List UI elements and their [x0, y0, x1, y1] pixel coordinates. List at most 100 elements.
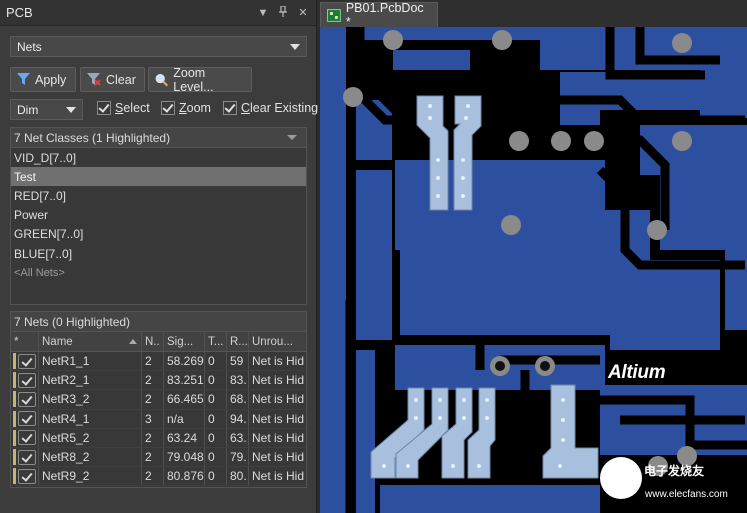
net-total-cell: 0 — [205, 447, 227, 467]
visibility-cell[interactable] — [11, 409, 39, 428]
table-row[interactable]: NetR5_2 2 63.24 0 63. Net is Hid — [11, 428, 306, 448]
clear-button-label: Clear — [106, 72, 136, 87]
net-unrouted-cell: Net is Hid — [252, 411, 305, 426]
chevron-down-icon — [66, 106, 76, 113]
net-routed-cell: 83. — [227, 371, 249, 390]
watermark-badge-icon — [600, 457, 642, 499]
net-class-item[interactable]: GREEN[7..0] — [11, 225, 306, 244]
net-name-cell: NetR3_2 — [39, 390, 142, 409]
zoom-level-button[interactable]: Zoom Level... — [148, 65, 252, 94]
dropdown-icon[interactable]: ▼ — [256, 7, 270, 19]
net-unrouted-cell: Net is Hid — [252, 469, 305, 484]
net-signal-cell: 66.465 — [164, 390, 205, 409]
dim-select[interactable]: Dim — [10, 99, 83, 120]
column-header-star[interactable]: * — [11, 332, 39, 351]
net-classes-header[interactable]: 7 Net Classes (1 Highlighted) — [11, 128, 306, 148]
net-color-swatch — [13, 449, 16, 466]
net-class-item-selected[interactable]: Test — [11, 167, 306, 187]
net-name-cell: NetR9_2 — [39, 467, 142, 486]
table-row[interactable]: NetR1_1 2 58.269 0 59 Net is Hid — [11, 352, 306, 372]
apply-button[interactable]: Apply — [10, 67, 76, 92]
select-checkbox[interactable]: Select — [97, 101, 150, 115]
zoom-checkbox-label: Zoom — [179, 101, 211, 115]
table-row[interactable]: NetR3_2 2 66.465 0 68. Net is Hid — [11, 390, 306, 410]
column-header-routed[interactable]: R... — [227, 332, 249, 351]
close-icon[interactable]: ✕ — [296, 6, 310, 19]
net-nodes-cell: 2 — [142, 371, 164, 390]
net-color-swatch — [13, 353, 16, 370]
net-color-swatch — [13, 391, 16, 408]
net-signal-cell: 83.251 — [164, 371, 205, 390]
net-color-swatch — [13, 468, 16, 485]
net-class-label: GREEN[7..0] — [14, 227, 84, 242]
net-nodes-cell: 2 — [142, 447, 164, 467]
pcb-board-drawing — [320, 27, 747, 513]
visibility-check-icon[interactable] — [18, 411, 36, 427]
net-class-item[interactable]: BLUE[7..0] — [11, 244, 306, 263]
table-row[interactable]: NetR8_2 2 79.048 0 79. Net is Hid — [11, 447, 306, 468]
visibility-cell[interactable] — [11, 352, 39, 371]
nets-header-label: 7 Nets (0 Highlighted) — [14, 314, 131, 329]
net-class-item[interactable]: RED[7..0] — [11, 186, 306, 205]
zoom-level-button-label: Zoom Level... — [173, 65, 214, 94]
clear-existing-checkbox[interactable]: Clear Existing — [223, 101, 318, 115]
net-unrouted-cell: Net is Hid — [252, 450, 305, 465]
clear-button[interactable]: Clear — [80, 67, 145, 92]
checkbox-checked-icon — [161, 101, 175, 115]
visibility-check-icon[interactable] — [18, 430, 36, 446]
document-tab-label: PB01.PcbDoc * — [345, 1, 424, 29]
sort-icon — [287, 135, 297, 140]
net-class-label: <All Nets> — [14, 266, 65, 279]
panel-mode-select[interactable]: Nets — [10, 36, 307, 57]
net-signal-cell: 58.269 — [164, 352, 205, 371]
net-unrouted-cell: Net is Hid — [252, 430, 305, 445]
visibility-cell[interactable] — [11, 371, 39, 390]
nets-header: 7 Nets (0 Highlighted) — [11, 312, 306, 332]
net-name-cell: NetR5_2 — [39, 428, 142, 447]
net-total-cell: 0 — [205, 409, 227, 428]
zoom-checkbox[interactable]: Zoom — [161, 101, 211, 115]
net-class-label: VID_D[7..0] — [14, 150, 77, 165]
pcb-canvas[interactable] — [320, 27, 747, 513]
dim-select-value: Dim — [17, 102, 39, 117]
column-header-signal[interactable]: Sig... — [164, 332, 205, 351]
net-class-label: Test — [14, 169, 37, 184]
net-total-cell: 0 — [205, 428, 227, 447]
visibility-cell[interactable] — [11, 467, 39, 486]
visibility-cell[interactable] — [11, 428, 39, 447]
net-class-item[interactable]: Power — [11, 206, 306, 225]
column-header-name[interactable]: Name — [39, 332, 142, 351]
nets-column-headers: * Name N.. Sig... T... R... Unrou... — [11, 332, 306, 352]
net-class-item-all[interactable]: <All Nets> — [11, 263, 306, 282]
net-name-cell: NetR4_1 — [39, 409, 142, 428]
visibility-cell[interactable] — [11, 447, 39, 467]
panel-title: PCB — [6, 5, 33, 20]
column-header-total[interactable]: T... — [205, 332, 227, 351]
net-signal-cell: n/a — [164, 409, 205, 428]
visibility-check-icon[interactable] — [18, 353, 36, 369]
pcb-panel: PCB ▼ ✕ Nets Apply Clear Zoom Level... D… — [0, 0, 318, 513]
net-total-cell: 0 — [205, 371, 227, 390]
panel-mode-value: Nets — [17, 39, 42, 54]
column-header-name-label: Name — [42, 335, 73, 348]
table-row[interactable]: NetR4_1 3 n/a 0 94. Net is Hid — [11, 409, 306, 429]
visibility-check-icon[interactable] — [18, 372, 36, 388]
visibility-check-icon[interactable] — [18, 468, 36, 484]
column-header-unrouted[interactable]: Unrou... — [249, 332, 306, 351]
net-class-item[interactable]: VID_D[7..0] — [11, 148, 306, 167]
clear-existing-checkbox-label: Clear Existing — [241, 101, 319, 115]
document-tab[interactable]: PB01.PcbDoc * — [320, 1, 438, 29]
checkbox-checked-icon — [97, 101, 111, 115]
select-checkbox-label: Select — [115, 101, 150, 115]
net-name-cell: NetR1_1 — [39, 352, 142, 371]
net-class-label: Power — [14, 208, 49, 223]
net-routed-cell: 94. — [227, 409, 249, 428]
visibility-cell[interactable] — [11, 390, 39, 409]
visibility-check-icon[interactable] — [18, 449, 36, 465]
table-row[interactable]: NetR2_1 2 83.251 0 83. Net is Hid — [11, 371, 306, 391]
table-row[interactable]: NetR9_2 2 80.876 0 80. Net is Hid — [11, 467, 306, 487]
pin-icon[interactable] — [276, 4, 290, 20]
column-header-nodes[interactable]: N.. — [142, 332, 164, 351]
altium-logo: Altium — [608, 362, 666, 383]
visibility-check-icon[interactable] — [18, 391, 36, 407]
